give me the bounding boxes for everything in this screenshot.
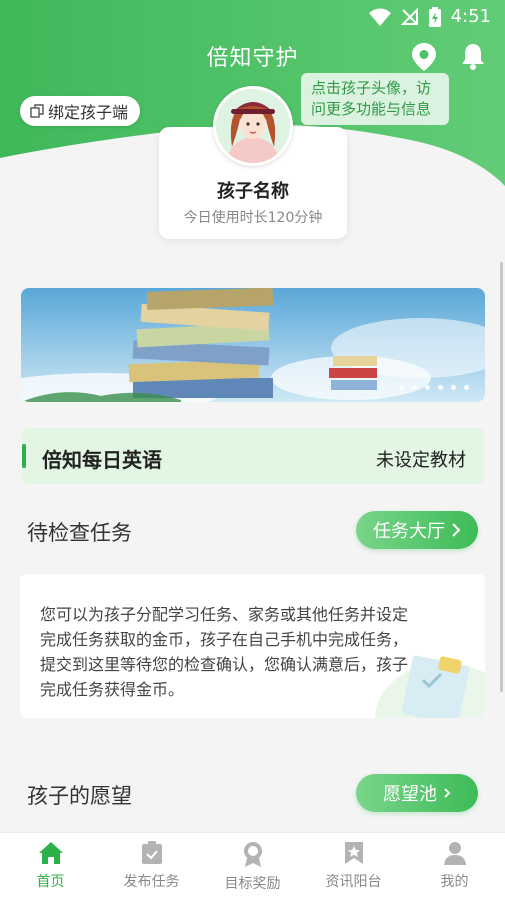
daily-english-title: 倍知每日英语 <box>42 448 162 472</box>
nav-label-mine: 我的 <box>440 874 469 890</box>
bookmark-star-icon <box>344 842 363 864</box>
person-icon <box>443 842 466 865</box>
avatar-tooltip: 点击孩子头像，访问更多功能与信息 <box>301 73 449 125</box>
wish-pool-label: 愿望池 <box>383 784 437 805</box>
bind-child-label: 绑定孩子端 <box>48 103 129 122</box>
promo-banner[interactable] <box>21 288 485 402</box>
banner-pagination <box>399 385 469 390</box>
scrollbar[interactable] <box>500 262 503 692</box>
child-avatar[interactable] <box>213 86 293 166</box>
wifi-icon <box>368 8 391 26</box>
nav-label-news: 资讯阳台 <box>325 874 382 890</box>
task-hall-label: 任务大厅 <box>373 521 445 542</box>
status-bar: 4:51 <box>0 0 505 34</box>
child-name: 孩子名称 <box>217 181 289 202</box>
link-copy-icon <box>30 104 44 118</box>
bottom-navigation: 首页 发布任务 目标奖励 资讯阳台 我的 <box>0 832 505 900</box>
nav-label-goal-reward: 目标奖励 <box>224 876 281 892</box>
clipboard-illustration <box>375 655 485 718</box>
home-icon <box>38 842 63 864</box>
task-description: 您可以为孩子分配学习任务、家务或其他任务并设定完成任务获取的金币，孩子在自己手机… <box>40 605 409 699</box>
task-hall-button[interactable]: 任务大厅 <box>356 511 478 549</box>
bell-icon[interactable] <box>460 42 486 70</box>
nav-item-home[interactable]: 首页 <box>0 833 101 900</box>
status-time: 4:51 <box>450 6 491 27</box>
clipboard-check-icon <box>141 841 162 864</box>
nav-item-news[interactable]: 资讯阳台 <box>303 833 404 900</box>
nav-item-goal-reward[interactable]: 目标奖励 <box>202 833 303 900</box>
chevron-right-icon <box>452 523 461 537</box>
textbook-status[interactable]: 未设定教材 <box>376 446 466 472</box>
nav-item-publish-task[interactable]: 发布任务 <box>101 833 202 900</box>
daily-english-card[interactable]: 倍知每日英语 未设定教材 <box>22 428 484 484</box>
battery-charging-icon <box>428 6 441 27</box>
nav-label-home: 首页 <box>36 874 65 890</box>
no-signal-icon <box>400 7 418 25</box>
medal-icon <box>243 842 262 867</box>
accent-bar <box>22 444 26 468</box>
child-usage-time: 今日使用时长120分钟 <box>183 210 323 226</box>
chevron-right-icon <box>444 788 451 798</box>
task-description-card: 您可以为孩子分配学习任务、家务或其他任务并设定完成任务获取的金币，孩子在自己手机… <box>20 574 485 718</box>
pending-tasks-title: 待检查任务 <box>27 521 132 545</box>
nav-label-publish-task: 发布任务 <box>123 874 180 890</box>
location-icon[interactable] <box>411 42 437 72</box>
wish-pool-button[interactable]: 愿望池 <box>356 774 478 812</box>
nav-item-mine[interactable]: 我的 <box>404 833 505 900</box>
bind-child-button[interactable]: 绑定孩子端 <box>20 96 141 126</box>
wishes-title: 孩子的愿望 <box>27 784 132 808</box>
